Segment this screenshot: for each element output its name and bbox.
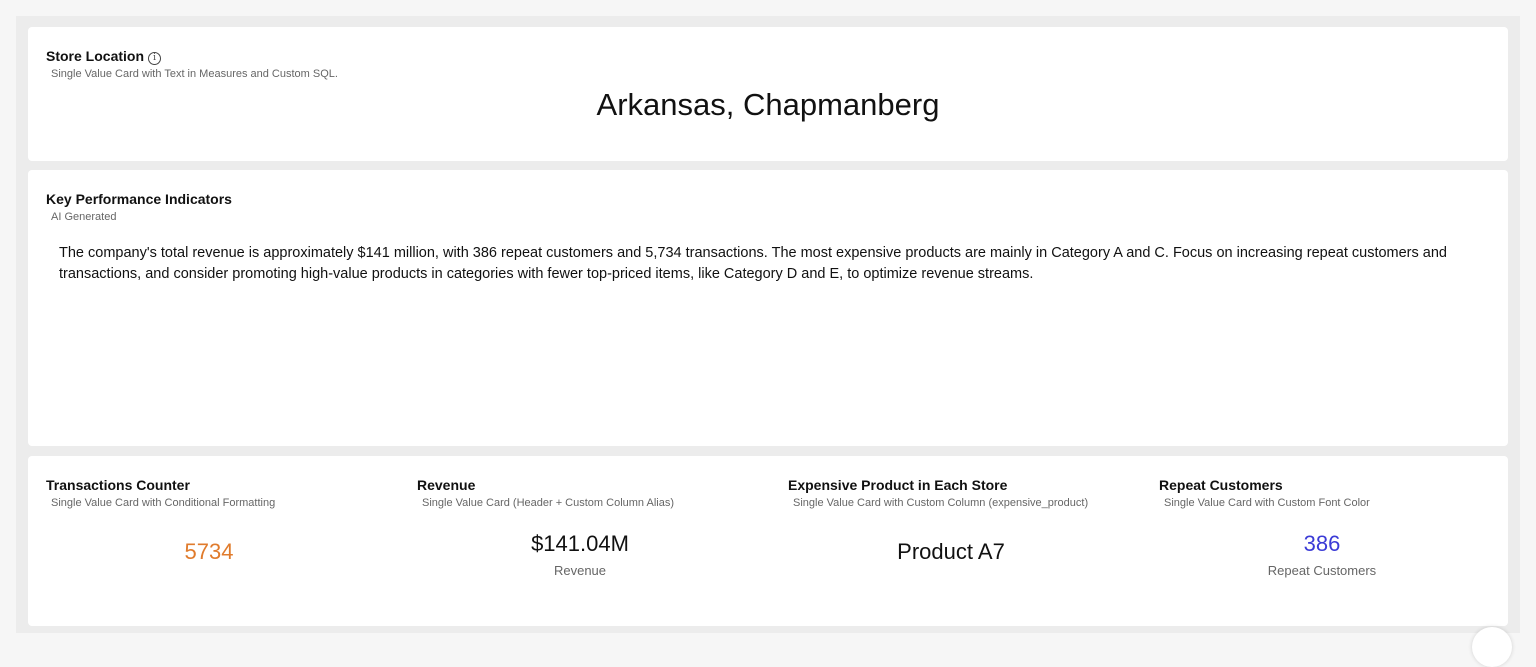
revenue-card[interactable]: Revenue Single Value Card (Header + Cust… (399, 456, 770, 626)
revenue-value: $141.04M (531, 531, 629, 556)
repeat-customers-label: Repeat Customers (1267, 563, 1377, 578)
revenue-subtitle: Single Value Card (Header + Custom Colum… (422, 497, 674, 509)
kpi-subtitle: AI Generated (51, 211, 117, 223)
expensive-product-value: Product A7 (897, 539, 1005, 564)
transactions-counter-subtitle: Single Value Card with Conditional Forma… (51, 497, 276, 509)
repeat-customers-value: 386 (1303, 531, 1341, 556)
kpi-summary-text: The company's total revenue is approxima… (59, 245, 1447, 282)
scroll-to-top-button[interactable] (1472, 627, 1512, 667)
store-location-value: Arkansas, Chapmanberg (596, 87, 940, 122)
revenue-title: Revenue (417, 477, 476, 493)
store-location-title: Store Location i (46, 48, 162, 65)
transactions-counter-title: Transactions Counter (46, 477, 190, 493)
expensive-product-subtitle: Single Value Card with Custom Column (ex… (793, 497, 1089, 509)
dashboard-canvas: Store Location i Single Value Card with T… (16, 16, 1520, 633)
store-location-subtitle: Single Value Card with Text in Measures … (51, 68, 338, 80)
repeat-customers-card[interactable]: Repeat Customers Single Value Card with … (1141, 456, 1512, 626)
kpi-title: Key Performance Indicators (46, 191, 232, 207)
revenue-label: Revenue (553, 563, 607, 578)
repeat-customers-subtitle: Single Value Card with Custom Font Color (1164, 497, 1370, 509)
kpi-card[interactable]: Key Performance Indicators AI Generated … (28, 170, 1508, 446)
expensive-product-title: Expensive Product in Each Store (788, 477, 1008, 493)
expensive-product-card[interactable]: Expensive Product in Each Store Single V… (770, 456, 1141, 626)
store-location-title-text: Store Location (46, 48, 145, 64)
transactions-counter-card[interactable]: Transactions Counter Single Value Card w… (28, 456, 399, 626)
info-icon[interactable]: i (148, 52, 162, 65)
store-location-card[interactable]: Store Location i Single Value Card with T… (28, 27, 1508, 161)
repeat-customers-title: Repeat Customers (1159, 477, 1283, 493)
metrics-card: Transactions Counter Single Value Card w… (28, 456, 1508, 626)
transactions-counter-value: 5734 (184, 539, 234, 564)
